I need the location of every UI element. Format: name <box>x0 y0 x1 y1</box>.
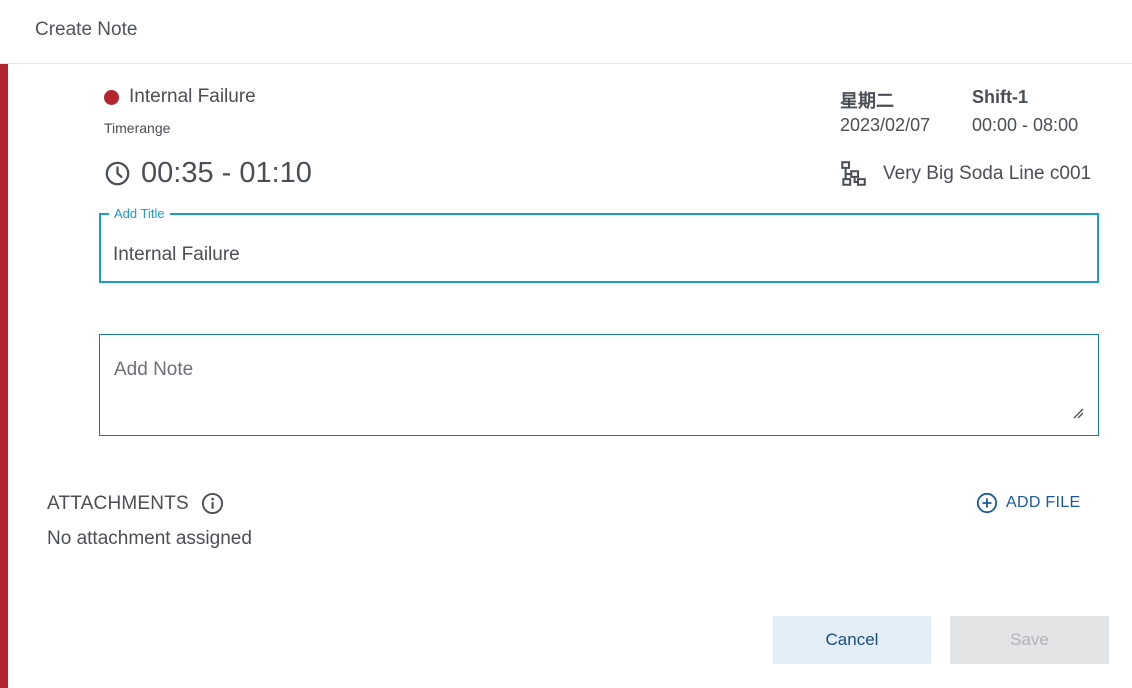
note-field[interactable] <box>99 334 1099 436</box>
status-stripe <box>0 64 8 688</box>
title-field[interactable]: Add Title <box>99 206 1099 283</box>
shift-label: Shift-1 <box>972 87 1028 107</box>
line-name: Very Big Soda Line c001 <box>883 162 1092 184</box>
save-button[interactable]: Save <box>950 616 1109 664</box>
add-file-button[interactable]: ADD FILE <box>976 492 1080 514</box>
date-value: 2023/02/07 <box>840 115 931 135</box>
shift-time: 00:00 - 08:00 <box>972 115 1079 135</box>
plus-circle-icon <box>976 492 998 514</box>
resize-handle-icon[interactable] <box>1072 407 1084 419</box>
info-icon[interactable] <box>201 492 224 515</box>
note-textarea[interactable] <box>114 359 1064 419</box>
title-field-label: Add Title <box>109 206 170 221</box>
time-range: 00:35 - 01:10 <box>141 157 312 189</box>
event-row: Internal Failure <box>104 86 256 108</box>
cancel-button[interactable]: Cancel <box>773 616 931 664</box>
dialog-title: Create Note <box>35 19 138 40</box>
attachments-title: ATTACHMENTS <box>47 492 189 514</box>
time-range-row: 00:35 - 01:10 <box>104 157 312 190</box>
day-label: 星期二 <box>840 91 894 111</box>
dialog-header: Create Note <box>0 0 1132 64</box>
event-name: Internal Failure <box>129 86 256 107</box>
status-dot <box>104 89 119 105</box>
add-file-label: ADD FILE <box>1006 494 1081 511</box>
title-input[interactable] <box>113 244 1073 266</box>
no-attachment-text: No attachment assigned <box>47 528 252 549</box>
clock-icon <box>105 161 130 186</box>
hierarchy-icon <box>841 161 866 186</box>
timerange-label: Timerange <box>104 120 171 136</box>
line-row: Very Big Soda Line c001 <box>840 160 1091 187</box>
attachments-header: ATTACHMENTS <box>47 492 224 515</box>
